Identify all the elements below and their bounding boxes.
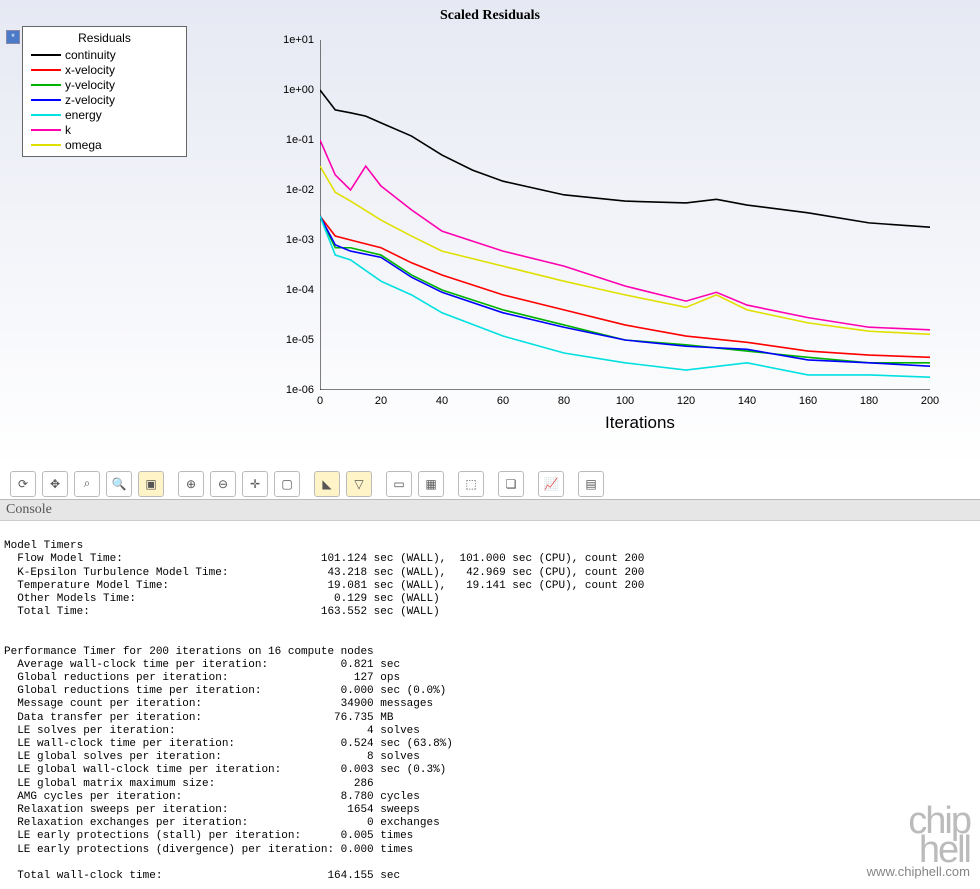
plot-region[interactable] [320,40,930,390]
legend-swatch [31,114,61,116]
refresh-icon[interactable]: ⟳ [10,471,36,497]
legend-swatch [31,54,61,56]
x-tick-label: 140 [738,395,756,407]
legend-label: energy [65,108,102,122]
x-tick-label: 0 [317,395,323,407]
legend-item: omega [31,137,178,152]
move-icon[interactable]: ✥ [42,471,68,497]
console-header: Console [0,500,980,521]
legend-item: x-velocity [31,62,178,77]
x-tick-label: 120 [677,395,695,407]
y-tick-label: 1e-04 [286,284,314,296]
series-continuity [320,90,930,227]
legend-swatch [31,84,61,86]
x-axis-title: Iterations [605,413,675,433]
zoom-in-icon[interactable]: ⊕ [178,471,204,497]
swatch-icon[interactable]: ▭ [386,471,412,497]
x-tick-label: 160 [799,395,817,407]
y-tick-label: 1e-06 [286,384,314,396]
x-tick-label: 20 [375,395,387,407]
legend-title: Residuals [31,31,178,45]
y-tick-label: 1e+00 [283,84,314,96]
legend-item: k [31,122,178,137]
x-tick-label: 200 [921,395,939,407]
series-z-velocity [320,216,930,366]
watermark-logo: chiphell [867,807,970,864]
series-omega [320,166,930,334]
series-k [320,140,930,330]
legend-swatch [31,144,61,146]
note-icon[interactable]: ▤ [578,471,604,497]
crosshair-icon[interactable]: ✛ [242,471,268,497]
y-tick-label: 1e-05 [286,334,314,346]
cube-color-icon[interactable]: ▦ [418,471,444,497]
watermark: chiphell www.chiphell.com [867,807,970,879]
legend-label: k [65,123,71,137]
legend-swatch [31,69,61,71]
y-tick-label: 1e-02 [286,184,314,196]
pin-icon[interactable]: * [6,30,20,44]
zoom-out-icon[interactable]: ⊖ [210,471,236,497]
zoom-box-icon[interactable]: ▣ [138,471,164,497]
flag-icon[interactable]: ◣ [314,471,340,497]
overlay-icon[interactable]: ❏ [498,471,524,497]
legend: Residuals continuityx-velocityy-velocity… [22,26,187,157]
legend-swatch [31,129,61,131]
console-output: Model Timers Flow Model Time: 101.124 se… [0,521,980,889]
chart-title: Scaled Residuals [0,8,980,24]
x-tick-label: 60 [497,395,509,407]
y-tick-label: 1e-01 [286,134,314,146]
legend-item: energy [31,107,178,122]
legend-label: continuity [65,48,116,62]
legend-label: omega [65,138,102,152]
legend-label: x-velocity [65,63,115,77]
legend-item: y-velocity [31,77,178,92]
x-tick-label: 40 [436,395,448,407]
legend-label: y-velocity [65,78,115,92]
x-tick-label: 180 [860,395,878,407]
funnel-icon[interactable]: ▽ [346,471,372,497]
legend-item: continuity [31,47,178,62]
zoom-select-icon[interactable]: ⌕ [74,471,100,497]
legend-item: z-velocity [31,92,178,107]
y-tick-label: 1e+01 [283,34,314,46]
toolbar: ⟳✥⌕🔍▣ ⊕⊖✛▢ ◣▽ ▭▦ ⬚ ❏ 📈 ▤ [0,468,980,500]
chart-panel: * Scaled Residuals Residuals continuityx… [0,0,980,468]
x-tick-label: 100 [616,395,634,407]
cube-icon[interactable]: ⬚ [458,471,484,497]
x-tick-label: 80 [558,395,570,407]
legend-swatch [31,99,61,101]
zoom-icon[interactable]: 🔍 [106,471,132,497]
y-tick-label: 1e-03 [286,234,314,246]
legend-label: z-velocity [65,93,115,107]
chart-icon[interactable]: 📈 [538,471,564,497]
page-icon[interactable]: ▢ [274,471,300,497]
watermark-url: www.chiphell.com [867,864,970,879]
